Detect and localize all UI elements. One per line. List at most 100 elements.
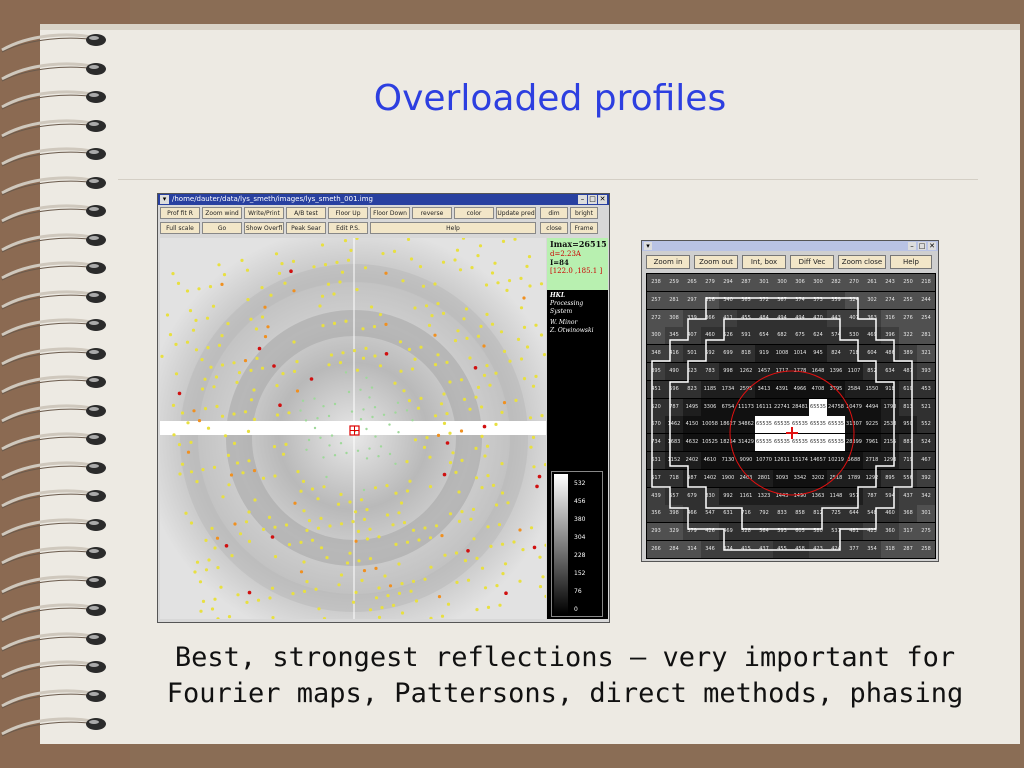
pixel-value-cell: 6754 [719, 398, 737, 416]
diffraction-spot [261, 476, 266, 480]
pixel-value-cell: 374 [719, 541, 737, 558]
diffraction-spot [460, 510, 464, 514]
diffraction-image[interactable] [160, 238, 546, 619]
pixel-value-cell: 354 [863, 541, 881, 558]
diffraction-spot [476, 254, 480, 258]
color-button[interactable]: color [454, 207, 494, 219]
diff-vec-button[interactable]: Diff Vec [790, 255, 834, 269]
maximize-icon[interactable]: □ [588, 195, 597, 204]
frame-button[interactable]: Frame [570, 222, 598, 234]
pixel-value-cell: 65535 [809, 416, 827, 434]
binder-ring [0, 600, 110, 626]
zoom-window-titlebar[interactable]: ▾ – □ ✕ [642, 241, 938, 251]
close-button[interactable]: close [540, 222, 568, 234]
help-button[interactable]: Help [890, 255, 932, 269]
minimize-icon[interactable]: – [908, 242, 916, 250]
peak-search-button[interactable]: Peak Sear [286, 222, 326, 234]
pixel-value-cell: 957 [845, 487, 863, 505]
pixel-value-cell: 2595 [737, 380, 755, 398]
pixel-value-cell: 270 [845, 274, 863, 291]
diffraction-spot [352, 349, 357, 353]
pixel-value-cell: 9225 [863, 416, 881, 434]
diffraction-spot [208, 285, 213, 289]
hkl-line: System [550, 308, 573, 315]
diffraction-spot [206, 346, 210, 350]
reverse-button[interactable]: reverse [412, 207, 452, 219]
diffraction-spot [325, 556, 329, 560]
zoom-close-button[interactable]: Zoom close [838, 255, 886, 269]
floor-up-button[interactable]: Floor Up [328, 207, 368, 219]
pixel-value-grid[interactable]: 238 259 265 279 294 287 301 300 306 300 282 270 261 2… [646, 273, 936, 559]
diffraction-spot [369, 305, 374, 309]
pixel-value-cell: 530 [845, 327, 863, 345]
diffraction-spot [442, 392, 446, 396]
pixel-value-cell: 526 [719, 327, 737, 345]
scale-label: 456 [574, 498, 586, 505]
minimize-icon[interactable]: – [578, 195, 587, 204]
diffraction-spot [254, 327, 259, 331]
diffraction-spot [425, 436, 429, 440]
diffraction-spot [457, 490, 461, 494]
zoom-wind-button[interactable]: Zoom wind [202, 207, 242, 219]
full-scale-button[interactable]: Full scale [160, 222, 200, 234]
dim-button[interactable]: dim [540, 207, 568, 219]
pixel-value-cell: 654 [755, 327, 773, 345]
pixel-value-cell: 423 [809, 541, 827, 558]
diffraction-spot [507, 279, 512, 283]
ab-test-button[interactable]: A/B test [286, 207, 326, 219]
pixel-value-cell: 250 [899, 274, 917, 291]
write-print-button[interactable]: Write/Print [244, 207, 284, 219]
diffraction-spot [405, 540, 410, 544]
diffraction-spot [434, 524, 439, 528]
diffraction-spot [519, 276, 523, 280]
pixel-value-cell: 9090 [737, 452, 755, 469]
diffraction-spot [428, 485, 433, 489]
pixel-value-cell: 787 [665, 398, 683, 416]
diffraction-spot [174, 372, 179, 376]
show-overfl-button[interactable]: Show Overfl [244, 222, 284, 234]
update-pred-button[interactable]: Update pred [496, 207, 536, 219]
diffraction-pattern[interactable] [160, 238, 546, 619]
maximize-icon[interactable]: □ [918, 242, 926, 250]
window-menu-icon[interactable]: ▾ [644, 242, 652, 250]
pixel-value-cell: 1462 [665, 416, 683, 434]
window-menu-icon[interactable]: ▾ [160, 195, 169, 204]
pixel-value-cell: 591 [737, 327, 755, 345]
diffraction-spot [212, 465, 217, 469]
int-box-button[interactable]: Int, box [742, 255, 786, 269]
diffraction-spot [423, 577, 427, 581]
prof-fit-button[interactable]: Prof fit R [160, 207, 200, 219]
diffraction-spot [399, 501, 404, 505]
pixel-value-cell: 10058 [701, 416, 719, 434]
close-icon[interactable]: ✕ [928, 242, 936, 250]
diffraction-spot [479, 324, 483, 328]
diffraction-spot [327, 363, 331, 367]
binder-ring [0, 657, 110, 683]
help-button[interactable]: Help [370, 222, 536, 234]
pixel-value-cell: 322 [899, 327, 917, 345]
diffraction-spot [391, 603, 396, 607]
diffraction-spot [275, 413, 280, 417]
pixel-value-cell: 787 [863, 487, 881, 505]
diffraction-spot [322, 405, 325, 408]
diffraction-spot [480, 434, 484, 438]
edit-ps-button[interactable]: Edit P.S. [328, 222, 368, 234]
zoom-out-button[interactable]: Zoom out [694, 255, 738, 269]
resolution-value: d=2.23A [550, 250, 581, 258]
zoom-in-button[interactable]: Zoom in [646, 255, 690, 269]
floor-down-button[interactable]: Floor Down [370, 207, 410, 219]
diffraction-spot [261, 527, 266, 531]
pixel-value-cell: 275 [917, 523, 935, 541]
diffraction-spot [238, 532, 243, 536]
pixel-value-cell: 348 [647, 345, 665, 363]
go-button[interactable]: Go [202, 222, 242, 234]
bright-button[interactable]: bright [570, 207, 598, 219]
pixel-value-cell: 367 [773, 291, 791, 309]
close-icon[interactable]: ✕ [598, 195, 607, 204]
diffraction-spot [494, 503, 499, 507]
pixel-value-cell: 466 [683, 505, 701, 523]
diffraction-spot [473, 366, 478, 370]
window-titlebar[interactable]: ▾ /home/dauter/data/lys_smeth/images/lys… [158, 194, 609, 205]
diffraction-spot [400, 611, 405, 615]
diffraction-spot [348, 551, 352, 555]
